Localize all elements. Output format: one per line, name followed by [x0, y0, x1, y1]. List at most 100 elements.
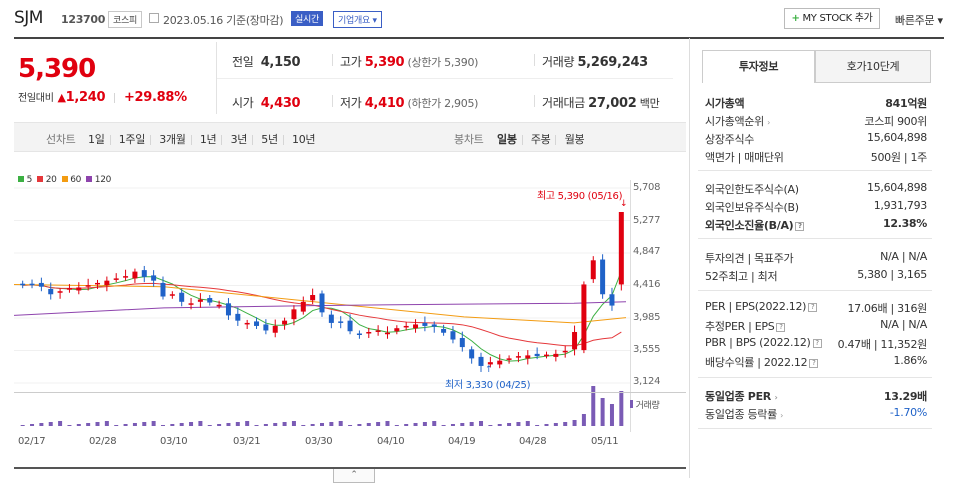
market-cap-row: 시가총액 841억원: [705, 97, 927, 110]
candle-body: [600, 259, 606, 295]
candle-body: [291, 309, 297, 320]
volume-bar: [432, 421, 437, 426]
quote-row-1: 전일 4,150 고가 5,390 (상한가 5,390) 거래량 5,269,…: [232, 53, 672, 70]
candle-body: [534, 353, 540, 357]
volume-bar: [366, 423, 371, 426]
calendar-icon: [149, 13, 159, 23]
candle-body: [225, 303, 231, 316]
low-label: 저가: [340, 96, 362, 110]
volume-bar: [357, 424, 362, 426]
volume-bar: [67, 425, 72, 426]
candle-body: [572, 331, 578, 350]
volume-bar: [516, 422, 521, 426]
candle-body: [76, 287, 82, 291]
chevron-up-icon: ⌃: [350, 470, 358, 480]
candle-body: [515, 356, 521, 358]
volume-bar: [348, 425, 353, 426]
candle-tabs: 일봉 주봉 월봉: [497, 131, 585, 147]
candle-body: [197, 299, 203, 302]
foreign-holding-row: 외국인보유주식수(B) 1,931,793: [705, 199, 927, 214]
pbr-row: PBR | BPS (2022.12)? 0.47배 | 11,352원: [705, 336, 927, 351]
candle-body: [263, 324, 269, 331]
help-icon[interactable]: ?: [776, 322, 786, 332]
current-price: 5,390: [18, 54, 96, 84]
candle-body: [132, 271, 138, 279]
candle-body: [590, 260, 596, 280]
help-icon[interactable]: ?: [795, 221, 805, 231]
volume-bar: [282, 422, 287, 426]
volume-bar: [217, 424, 222, 426]
volume-bar: [553, 423, 558, 426]
candle-body: [207, 298, 213, 303]
y-tick: 3,124: [633, 376, 661, 387]
volume-bar: [320, 423, 324, 426]
volume-bar: [413, 423, 418, 426]
volume-bar: [460, 423, 465, 426]
quick-order-button[interactable]: 빠른주문 ▾: [895, 12, 943, 28]
opinion-row: 투자의견 | 목표주가 N/A | N/A: [705, 250, 927, 265]
listed-shares-row: 상장주식수 15,604,898: [705, 131, 927, 146]
tab-10year[interactable]: 10년: [292, 133, 316, 146]
candle-body: [562, 350, 568, 353]
tab-1week[interactable]: 1주일: [119, 133, 146, 146]
realtime-badge[interactable]: 실시간: [291, 11, 323, 26]
mystock-add-button[interactable]: + MY STOCK 추가: [784, 8, 880, 29]
tab-3year[interactable]: 3년: [231, 133, 248, 146]
volume-bar: [572, 420, 577, 426]
company-overview-button[interactable]: 기업개요 ▾: [333, 11, 382, 28]
tab-weekly[interactable]: 주봉: [531, 133, 551, 146]
candle-body: [310, 295, 316, 301]
market-cap-rank-row: 시가총액순위 › 코스피 900위: [705, 115, 927, 128]
x-tick: 04/19: [448, 436, 476, 447]
tab-3month[interactable]: 3개월: [159, 133, 186, 146]
tab-daily[interactable]: 일봉: [497, 133, 517, 146]
change-block: 전일대비 ▲1,240 +29.88%: [18, 89, 187, 105]
volume-label: 거래량: [542, 55, 575, 69]
volume-bar: [273, 423, 278, 426]
tab-monthly[interactable]: 월봉: [565, 133, 585, 146]
candle-body: [244, 322, 250, 325]
volume-bar: [48, 422, 53, 426]
x-tick: 03/10: [160, 436, 188, 447]
y-tick: 5,708: [633, 182, 661, 193]
candle-body: [179, 292, 185, 302]
help-icon[interactable]: ?: [808, 302, 818, 312]
collapse-button[interactable]: ⌃: [333, 469, 375, 483]
help-icon[interactable]: ?: [809, 358, 819, 368]
tab-5year[interactable]: 5년: [261, 133, 278, 146]
volume-bar: [104, 421, 109, 426]
volume-label: 거래량: [630, 398, 660, 411]
volume-bar: [619, 391, 624, 426]
candle-body: [160, 282, 166, 297]
amount-value: 27,002: [588, 96, 637, 111]
price-chart: [14, 187, 630, 426]
candle-body: [254, 321, 260, 326]
period-tabs: 1일 1주일 3개월 1년 3년 5년 10년: [88, 131, 316, 147]
tab-order-book[interactable]: 호가10단계: [815, 50, 931, 83]
candle-body: [394, 328, 400, 332]
help-icon[interactable]: ?: [812, 338, 822, 348]
y-tick: 3,985: [633, 312, 661, 323]
y-tick: 5,277: [633, 215, 661, 226]
tab-1day[interactable]: 1일: [88, 133, 105, 146]
candle-body: [422, 322, 428, 326]
volume-bar: [76, 424, 81, 426]
volume-bar: [142, 422, 147, 426]
x-tick: 04/10: [377, 436, 405, 447]
candle-body: [113, 278, 119, 280]
sector-change-row: 동일업종 등락률 › -1.70%: [705, 406, 927, 421]
candle-body: [413, 324, 419, 329]
x-tick: 02/28: [89, 436, 117, 447]
volume-bar: [189, 422, 194, 426]
volume-bar: [469, 422, 474, 426]
candle-body: [141, 270, 147, 277]
tab-invest-info[interactable]: 투자정보: [702, 50, 815, 83]
amount-label: 거래대금: [542, 96, 585, 110]
change-label: 전일대비: [18, 93, 54, 104]
dividend-row: 배당수익률 | 2022.12? 1.86%: [705, 354, 927, 369]
candle-chart-label: 봉차트: [454, 133, 484, 146]
per-row: PER | EPS(2022.12)? 17.06배 | 316원: [705, 300, 927, 315]
tab-1year[interactable]: 1년: [200, 133, 217, 146]
date-text: 2023.05.16 기준(장마감): [163, 14, 284, 27]
change-value: 1,240: [65, 90, 106, 105]
